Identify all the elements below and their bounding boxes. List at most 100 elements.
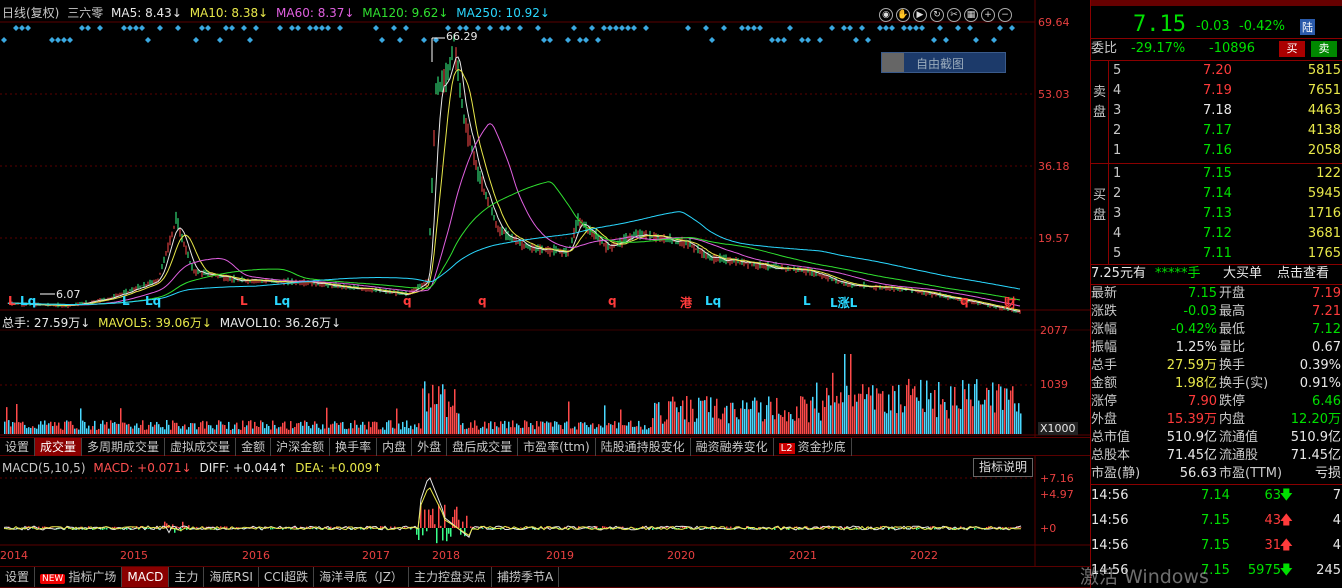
- ma10-value: MA10: 8.38↓: [189, 6, 269, 20]
- volume-bar: [538, 426, 540, 434]
- order-level[interactable]: 5 7.20 5815: [1091, 61, 1342, 81]
- tick-volume: 31: [1264, 538, 1281, 553]
- volume-bar: [604, 405, 606, 434]
- volume-bar: [842, 402, 844, 434]
- grid-icon[interactable]: ▦: [964, 8, 978, 22]
- macd-bar: [430, 515, 432, 528]
- tab-2[interactable]: 多周期成交量: [82, 438, 166, 456]
- indicator-tab-4[interactable]: 海底RSI: [204, 567, 259, 587]
- event-marker[interactable]: Lq: [145, 294, 161, 308]
- buy-button[interactable]: 买: [1279, 41, 1305, 57]
- order-level[interactable]: 1 7.16 2058: [1091, 141, 1342, 161]
- indicator-tab-8[interactable]: 捕捞季节A: [492, 567, 560, 587]
- stat-label: 最新: [1091, 286, 1118, 301]
- tab-0[interactable]: 设置: [0, 438, 36, 456]
- signal-diamond: [379, 37, 385, 43]
- tab-5[interactable]: 沪深金额: [271, 438, 331, 456]
- indicator-tab-2[interactable]: MACD: [122, 567, 170, 587]
- windows-watermark: 激活 Windows: [1080, 566, 1209, 588]
- volume-bar: [498, 427, 500, 434]
- zoom-out-icon[interactable]: −: [998, 8, 1012, 22]
- event-marker[interactable]: L: [240, 294, 248, 308]
- event-marker[interactable]: q: [403, 294, 412, 308]
- signal-diamond: [319, 25, 325, 31]
- hand-icon[interactable]: ✋: [896, 8, 910, 22]
- volume-bar: [534, 429, 536, 434]
- tab-1[interactable]: 成交量: [35, 438, 83, 456]
- indicator-tab-7[interactable]: 主力控盘买点: [409, 567, 492, 587]
- event-marker[interactable]: 港: [680, 294, 692, 311]
- volume-bar: [788, 412, 790, 434]
- big-order-view-link[interactable]: 点击查看: [1277, 264, 1329, 284]
- event-marker[interactable]: q: [478, 294, 487, 308]
- order-level[interactable]: 3 7.13 1716: [1091, 204, 1342, 224]
- chart-canvas[interactable]: [0, 0, 1090, 588]
- event-marker[interactable]: L: [803, 294, 811, 308]
- tab-6[interactable]: 换手率: [330, 438, 378, 456]
- order-level[interactable]: 4 7.19 7651: [1091, 81, 1342, 101]
- play-icon[interactable]: ▶: [913, 8, 927, 22]
- tab-label: 沪深金额: [276, 440, 325, 454]
- order-level[interactable]: 2 7.17 4138: [1091, 121, 1342, 141]
- volume-bar: [736, 417, 738, 434]
- event-marker[interactable]: L: [122, 294, 130, 308]
- volume-bar: [292, 428, 294, 434]
- event-marker[interactable]: q: [608, 294, 617, 308]
- indicator-help-button[interactable]: 指标说明: [973, 458, 1033, 477]
- volume-bar: [112, 422, 114, 434]
- tab-7[interactable]: 内盘: [377, 438, 413, 456]
- tab-12[interactable]: 融资融券变化: [691, 438, 774, 456]
- indicator-tab-3[interactable]: 主力: [169, 567, 205, 587]
- signal-diamond: [325, 25, 331, 31]
- volume-bar: [780, 415, 782, 434]
- period-label[interactable]: 日线(复权): [2, 6, 59, 20]
- tab-8[interactable]: 外盘: [412, 438, 448, 456]
- order-level[interactable]: 5 7.11 1765: [1091, 244, 1342, 264]
- zoom-in-icon[interactable]: +: [981, 8, 995, 22]
- indicator-tab-6[interactable]: 海洋寻底（JZ）: [314, 567, 409, 587]
- eye-icon[interactable]: ◉: [879, 8, 893, 22]
- volume-bar: [900, 404, 902, 434]
- volume-bar: [622, 425, 624, 434]
- refresh-icon[interactable]: ↻: [930, 8, 944, 22]
- event-marker[interactable]: 财: [1004, 294, 1016, 311]
- tab-13[interactable]: L2 资金抄底: [774, 438, 852, 456]
- event-marker[interactable]: Lq: [274, 294, 290, 308]
- tab-4[interactable]: 金额: [236, 438, 272, 456]
- big-order-row[interactable]: 7.25元有 *****手 大买单 点击查看: [1091, 264, 1342, 284]
- event-marker[interactable]: L涨L: [830, 294, 857, 311]
- stat-value: 亏损: [1314, 466, 1341, 481]
- order-level[interactable]: 4 7.12 3681: [1091, 224, 1342, 244]
- indicator-tab-5[interactable]: CCI超跌: [259, 567, 315, 587]
- volume-bar: [624, 425, 626, 434]
- indicator-tab-1[interactable]: NEW 指标广场: [35, 567, 123, 587]
- volume-bar: [928, 399, 930, 434]
- event-marker[interactable]: L: [8, 294, 16, 308]
- event-marker[interactable]: Lq: [20, 294, 36, 308]
- scissors-icon[interactable]: ✂: [947, 8, 961, 22]
- volume-bar: [208, 425, 210, 434]
- stat-value: -0.03: [1183, 304, 1217, 319]
- volume-bar: [924, 412, 926, 434]
- tab-11[interactable]: 陆股通持股变化: [596, 438, 691, 456]
- volume-bar: [176, 422, 178, 434]
- order-level[interactable]: 3 7.18 4463: [1091, 101, 1342, 121]
- macd-histogram: [4, 504, 1022, 544]
- signal-diamond: [205, 25, 211, 31]
- indicator-tab-0[interactable]: 设置: [0, 567, 36, 587]
- volume-bar: [312, 424, 314, 434]
- tab-9[interactable]: 盘后成交量: [447, 438, 519, 456]
- volume-bar: [632, 426, 634, 434]
- tab-3[interactable]: 虚拟成交量: [165, 438, 237, 456]
- screenshot-button[interactable]: 自由截图: [881, 52, 1006, 73]
- order-level[interactable]: 1 7.15 122: [1091, 164, 1342, 184]
- event-marker[interactable]: Lq: [705, 294, 721, 308]
- event-marker[interactable]: q: [960, 294, 969, 308]
- sell-button[interactable]: 卖: [1311, 41, 1337, 57]
- order-level[interactable]: 2 7.14 5945: [1091, 184, 1342, 204]
- volume-bar: [344, 428, 346, 434]
- volume-bar: [204, 428, 206, 434]
- volume-bar: [276, 428, 278, 434]
- tab-10[interactable]: 市盈率(ttm): [518, 438, 596, 456]
- volume-bar: [908, 378, 910, 434]
